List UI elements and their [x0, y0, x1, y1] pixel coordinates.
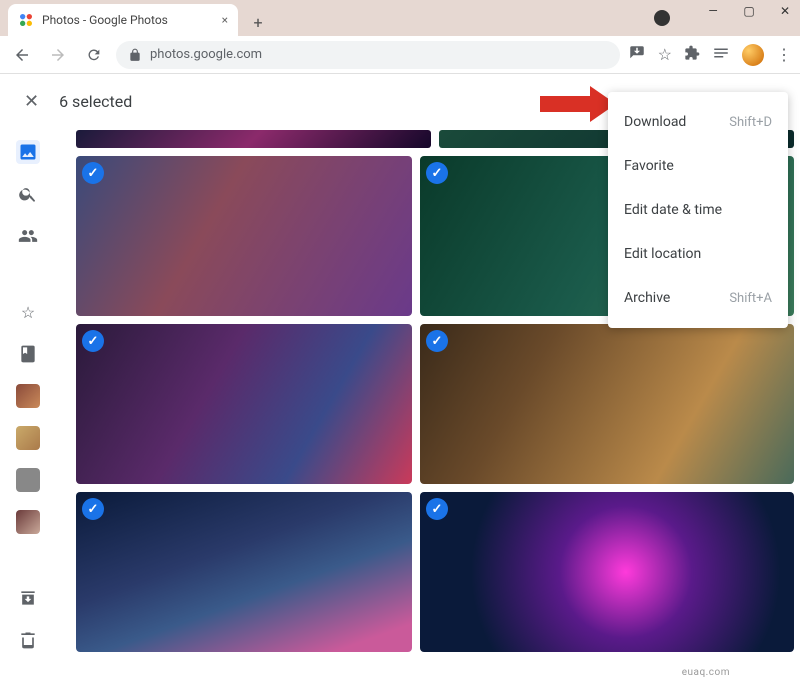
annotation-arrow [540, 96, 590, 112]
browser-titlebar: Photos - Google Photos × + — ▢ ✕ [0, 0, 800, 36]
photo-thumbnail[interactable] [76, 156, 412, 316]
sidebar-item-search[interactable] [16, 182, 40, 206]
extensions-icon[interactable] [684, 45, 700, 65]
lock-icon [128, 48, 142, 62]
selection-count: 6 selected [59, 92, 132, 111]
selected-check-icon[interactable] [426, 330, 448, 352]
photo-row [76, 324, 794, 484]
sidebar-album-thumb[interactable] [16, 468, 40, 492]
favicon-icon [18, 12, 34, 28]
install-app-icon[interactable] [628, 44, 646, 66]
address-text: photos.google.com [150, 47, 262, 62]
selected-check-icon[interactable] [426, 162, 448, 184]
menu-item-shortcut: Shift+D [729, 115, 772, 130]
menu-item-label: Edit date & time [624, 202, 722, 218]
menu-item-edit-location[interactable]: Edit location [608, 232, 788, 276]
sidebar-item-favorites[interactable]: ☆ [16, 300, 40, 324]
menu-item-label: Edit location [624, 246, 701, 262]
menu-item-archive[interactable]: Archive Shift+A [608, 276, 788, 320]
menu-item-download[interactable]: Download Shift+D [608, 100, 788, 144]
back-button[interactable] [8, 41, 36, 69]
sidebar-item-trash[interactable] [16, 628, 40, 652]
photo-thumbnail[interactable] [76, 324, 412, 484]
menu-item-favorite[interactable]: Favorite [608, 144, 788, 188]
browser-tab[interactable]: Photos - Google Photos × [8, 4, 238, 36]
sidebar: ☆ [0, 130, 56, 652]
reading-list-icon[interactable] [712, 44, 730, 66]
sidebar-album-thumb[interactable] [16, 426, 40, 450]
selected-check-icon[interactable] [82, 498, 104, 520]
profile-avatar[interactable] [742, 44, 764, 66]
selected-check-icon[interactable] [82, 330, 104, 352]
photo-thumbnail[interactable] [76, 130, 431, 148]
sidebar-item-archive[interactable] [16, 586, 40, 610]
deselect-button[interactable]: ✕ [24, 91, 39, 112]
menu-item-label: Favorite [624, 158, 674, 174]
menu-item-label: Download [624, 114, 686, 130]
photo-thumbnail[interactable] [420, 324, 794, 484]
close-window-button[interactable]: ✕ [776, 4, 794, 18]
sidebar-item-sharing[interactable] [16, 224, 40, 248]
tab-close-icon[interactable]: × [222, 13, 228, 27]
sidebar-album-thumb[interactable] [16, 510, 40, 534]
toolbar-actions: ☆ ⋮ [628, 44, 792, 66]
photo-thumbnail[interactable] [76, 492, 412, 652]
profile-indicator-icon[interactable] [654, 10, 670, 26]
selected-check-icon[interactable] [426, 498, 448, 520]
photo-row [76, 492, 794, 652]
sidebar-item-photos[interactable] [16, 140, 40, 164]
browser-toolbar: photos.google.com ☆ ⋮ [0, 36, 800, 74]
sidebar-album-thumb[interactable] [16, 384, 40, 408]
forward-button[interactable] [44, 41, 72, 69]
new-tab-button[interactable]: + [244, 8, 272, 36]
bookmark-icon[interactable]: ☆ [658, 45, 672, 64]
maximize-button[interactable]: ▢ [740, 4, 758, 18]
tab-title: Photos - Google Photos [42, 13, 168, 27]
context-menu: Download Shift+D Favorite Edit date & ti… [608, 92, 788, 328]
photo-thumbnail[interactable] [420, 492, 794, 652]
menu-item-label: Archive [624, 290, 670, 306]
window-controls: — ▢ ✕ [704, 4, 794, 18]
selected-check-icon[interactable] [82, 162, 104, 184]
reload-button[interactable] [80, 41, 108, 69]
minimize-button[interactable]: — [704, 4, 722, 18]
address-bar[interactable]: photos.google.com [116, 41, 620, 69]
browser-menu-icon[interactable]: ⋮ [776, 45, 792, 64]
watermark: euaq.com [682, 667, 730, 678]
menu-item-edit-date[interactable]: Edit date & time [608, 188, 788, 232]
sidebar-item-albums[interactable] [16, 342, 40, 366]
menu-item-shortcut: Shift+A [729, 291, 772, 306]
